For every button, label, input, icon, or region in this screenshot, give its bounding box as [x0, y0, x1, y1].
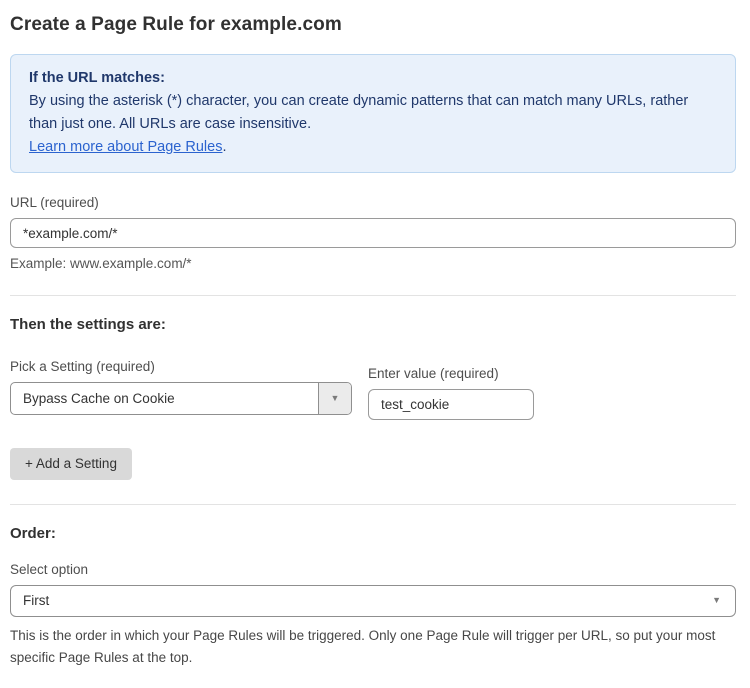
setting-select-value: Bypass Cache on Cookie [11, 383, 318, 414]
chevron-down-icon: ▼ [712, 596, 721, 605]
order-select-label: Select option [10, 562, 736, 577]
create-page-rule-form: Create a Page Rule for example.com If th… [0, 0, 750, 688]
info-box-heading: If the URL matches: [29, 67, 717, 90]
setting-select-arrow-button[interactable]: ▼ [318, 383, 351, 414]
learn-more-link[interactable]: Learn more about Page Rules [29, 139, 222, 155]
setting-value-input[interactable] [368, 389, 534, 420]
setting-select[interactable]: Bypass Cache on Cookie ▼ [10, 382, 352, 415]
link-suffix: . [222, 139, 226, 155]
info-box-body: By using the asterisk (*) character, you… [29, 90, 717, 136]
order-select[interactable]: First ▼ [10, 585, 736, 617]
url-field-label: URL (required) [10, 195, 736, 210]
page-title: Create a Page Rule for example.com [10, 14, 736, 36]
order-help-text: This is the order in which your Page Rul… [10, 625, 736, 669]
divider [10, 295, 736, 296]
info-box-link-line: Learn more about Page Rules. [29, 136, 717, 159]
chevron-down-icon: ▼ [331, 394, 340, 403]
order-select-value: First [23, 593, 49, 608]
setting-value-label: Enter value (required) [368, 366, 534, 381]
setting-picker-column: Pick a Setting (required) Bypass Cache o… [10, 359, 352, 415]
order-section-heading: Order: [10, 525, 736, 542]
add-setting-button[interactable]: + Add a Setting [10, 448, 132, 480]
settings-section-heading: Then the settings are: [10, 316, 736, 333]
url-example-hint: Example: www.example.com/* [10, 256, 736, 271]
url-match-info-box: If the URL matches: By using the asteris… [10, 54, 736, 173]
divider [10, 504, 736, 505]
setting-picker-label: Pick a Setting (required) [10, 359, 352, 374]
url-input[interactable] [10, 218, 736, 248]
settings-row: Pick a Setting (required) Bypass Cache o… [10, 359, 736, 420]
setting-value-column: Enter value (required) [368, 366, 534, 420]
